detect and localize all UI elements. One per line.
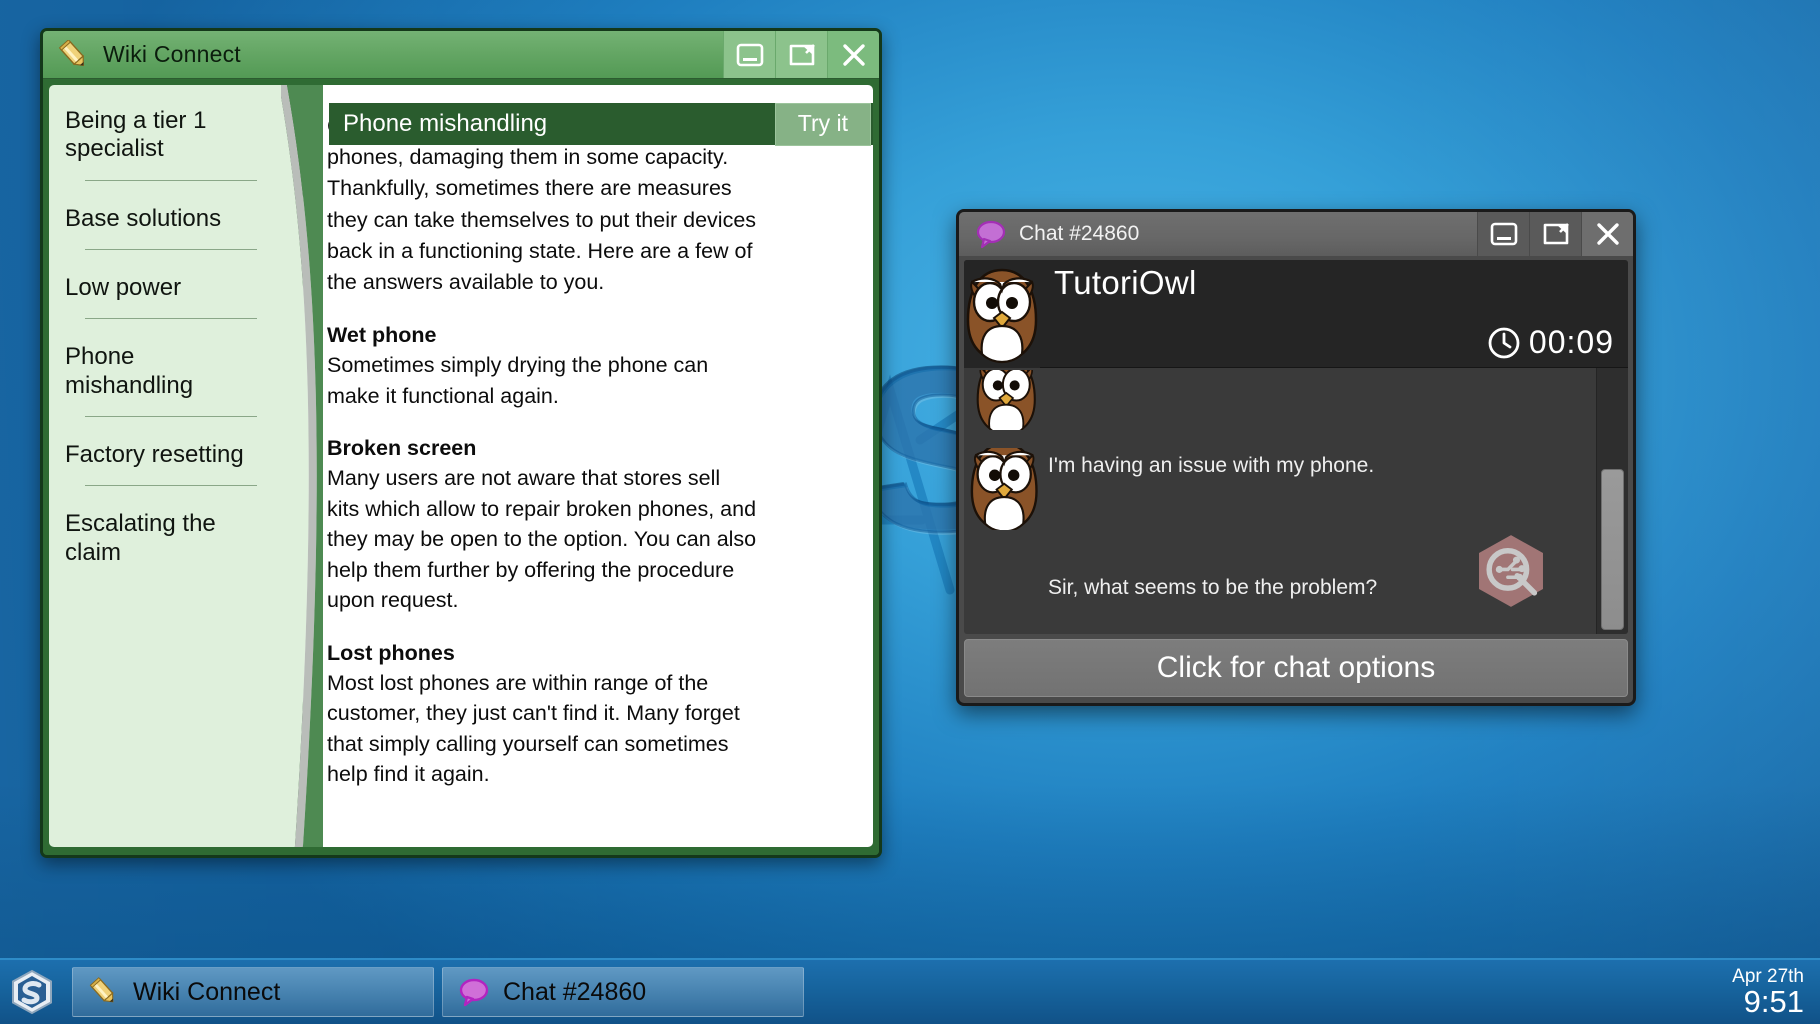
taskbar-item-label: Wiki Connect (125, 978, 280, 1007)
minimize-button[interactable] (1477, 212, 1529, 256)
wiki-connect-window[interactable]: Wiki Connect (40, 28, 882, 858)
page-title: Phone mishandling (329, 110, 775, 138)
section-heading: Broken screen (327, 433, 757, 463)
speech-bubble-icon (453, 977, 495, 1007)
taskbar-item-wiki-connect[interactable]: Wiki Connect (72, 967, 434, 1017)
chat-message-text (1048, 370, 1058, 374)
minimize-icon (735, 42, 765, 68)
wiki-title: Wiki Connect (95, 41, 723, 68)
try-it-button[interactable]: Try it (775, 103, 871, 146)
section-heading: Lost phones (327, 638, 757, 668)
section-heading: Wet phone (327, 320, 757, 350)
minimize-icon (1489, 221, 1519, 247)
section-body: Sometimes simply drying the phone can ma… (327, 350, 757, 411)
chat-header-info: TutoriOwl 00:09 (1040, 260, 1628, 367)
taskbar-clock[interactable]: Apr 27th 9:51 (1732, 967, 1804, 1017)
restore-icon (1541, 221, 1571, 247)
taskbar-item-label: Chat #24860 (495, 978, 646, 1007)
wiki-content-header: Phone mishandling Try it (329, 103, 873, 145)
wiki-sidebar: Being a tier 1 specialist Base solutions… (49, 85, 281, 847)
wiki-body: Being a tier 1 specialist Base solutions… (43, 79, 879, 855)
clock-time: 9:51 (1732, 986, 1804, 1017)
close-button[interactable] (1581, 212, 1633, 256)
section-body: Many users are not aware that stores sel… (327, 463, 757, 616)
restore-button[interactable] (1529, 212, 1581, 256)
sidebar-item-low-power[interactable]: Low power (63, 266, 265, 312)
sidebar-divider (85, 318, 257, 319)
chat-timer-value: 00:09 (1529, 324, 1614, 361)
sidebar-divider (85, 249, 257, 250)
chat-timer: 00:09 (1054, 324, 1614, 361)
sidebar-item-factory-resetting[interactable]: Factory resetting (63, 433, 265, 479)
chat-message-list: I'm having an issue with my phone. Sir, … (964, 368, 1596, 634)
article-section-broken-screen: Broken screen Many users are not aware t… (327, 433, 757, 616)
start-button[interactable] (0, 959, 64, 1024)
chat-options-button[interactable]: Click for chat options (964, 639, 1628, 697)
chat-main: TutoriOwl 00:09 (964, 260, 1628, 634)
sidebar-item-being-a-tier-1-specialist[interactable]: Being a tier 1 specialist (63, 99, 265, 174)
pencil-icon (53, 40, 95, 70)
sidebar-item-phone-mishandling[interactable]: Phone mishandling (63, 335, 265, 410)
chat-scroll-area: I'm having an issue with my phone. Sir, … (964, 368, 1628, 634)
speech-bubble-icon (971, 220, 1011, 248)
sidebar-curve-divider (281, 85, 323, 847)
minimize-button[interactable] (723, 31, 775, 78)
wiki-window-controls (723, 31, 879, 78)
restore-button[interactable] (775, 31, 827, 78)
chat-header: TutoriOwl 00:09 (964, 260, 1628, 368)
wiki-article-pane: Customers sometimes mishandle their phon… (303, 85, 873, 847)
chat-window-controls (1477, 212, 1633, 256)
article-section-wet-phone: Wet phone Sometimes simply drying the ph… (327, 320, 757, 411)
close-icon (1593, 221, 1623, 247)
chat-scrollbar-thumb[interactable] (1601, 469, 1624, 630)
sidebar-divider (85, 180, 257, 181)
close-button[interactable] (827, 31, 879, 78)
sidebar-item-base-solutions[interactable]: Base solutions (63, 197, 265, 243)
wiki-titlebar[interactable]: Wiki Connect (43, 31, 879, 79)
sidebar-item-escalating-the-claim[interactable]: Escalating the claim (63, 502, 265, 577)
start-logo-icon (9, 969, 55, 1015)
chat-partner-name: TutoriOwl (1054, 264, 1614, 302)
taskbar: Wiki Connect Chat #24860 Apr 27th 9:51 (0, 958, 1820, 1024)
sidebar-divider (85, 416, 257, 417)
chat-scrollbar[interactable] (1596, 368, 1628, 634)
chat-message-text: Sir, what seems to be the problem? (1048, 570, 1387, 601)
sidebar-divider (85, 485, 257, 486)
chat-message: I'm having an issue with my phone. (964, 448, 1596, 530)
chat-message-text: I'm having an issue with my phone. (1048, 448, 1384, 479)
chat-titlebar[interactable]: Chat #24860 (959, 212, 1633, 256)
wiki-article: Customers sometimes mishandle their phon… (303, 85, 873, 832)
avatar (964, 260, 1040, 367)
chat-message: Sir, what seems to be the problem? (964, 570, 1596, 601)
taskbar-item-chat[interactable]: Chat #24860 (442, 967, 804, 1017)
chat-title: Chat #24860 (1011, 222, 1477, 246)
chat-message (964, 370, 1596, 430)
chat-window[interactable]: Chat #24860 (956, 209, 1636, 706)
clock-icon (1487, 326, 1521, 360)
desktop: asar Wiki Connect (0, 0, 1820, 1024)
pencil-icon (83, 977, 125, 1007)
avatar (964, 448, 1048, 530)
article-section-lost-phones: Lost phones Most lost phones are within … (327, 638, 757, 790)
section-body: Most lost phones are within range of the… (327, 668, 757, 790)
restore-icon (787, 42, 817, 68)
avatar (964, 370, 1048, 430)
close-icon (839, 42, 869, 68)
